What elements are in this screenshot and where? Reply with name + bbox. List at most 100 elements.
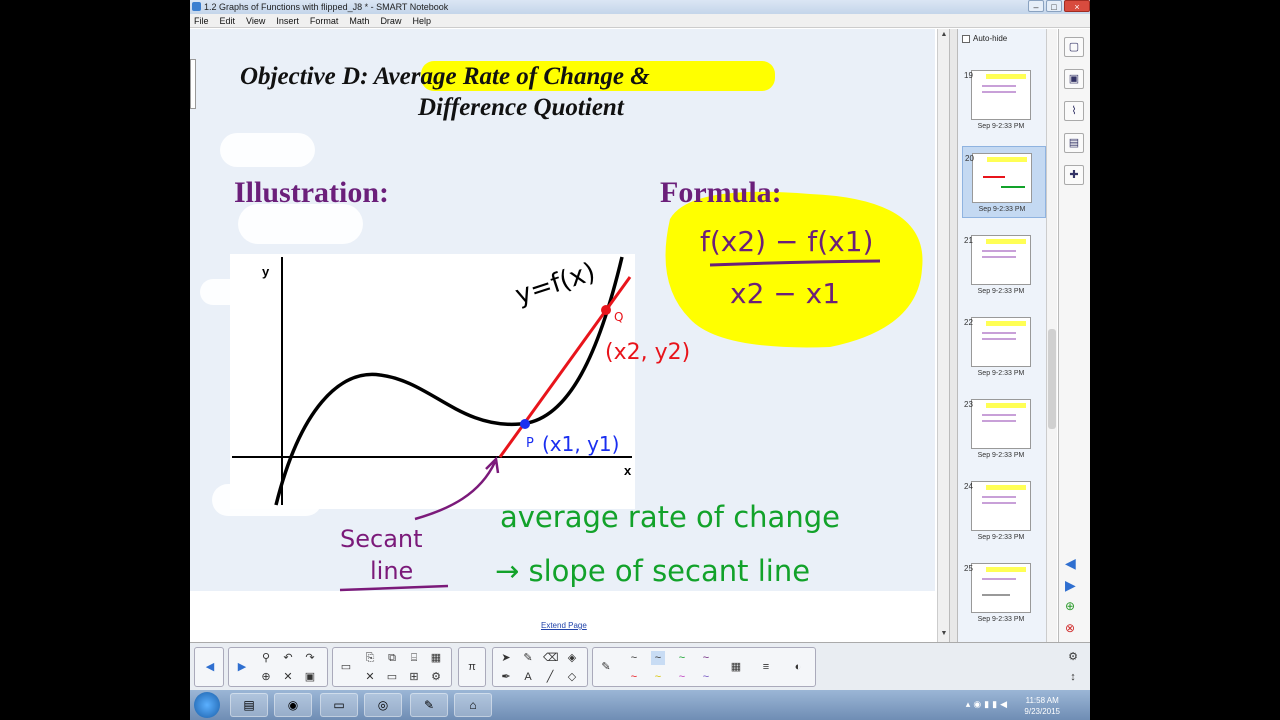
math-tools-icon[interactable]: π bbox=[465, 660, 479, 674]
y-axis-label: y bbox=[262, 264, 270, 279]
delete-page-icon[interactable]: ⊗ bbox=[1065, 621, 1075, 635]
menu-edit[interactable]: Edit bbox=[220, 14, 236, 27]
toolbar-group-nav: ◀ bbox=[194, 647, 224, 687]
add-page-toolbar-icon[interactable]: ⊕ bbox=[259, 670, 273, 684]
pen-type-icon[interactable]: ✎ bbox=[599, 660, 613, 674]
thumbnail-image bbox=[971, 563, 1031, 613]
network-app-taskbar-icon[interactable]: ⌂ bbox=[454, 693, 492, 717]
slide-title-line2: Difference Quotient bbox=[417, 94, 625, 121]
thumbnail-image bbox=[971, 70, 1031, 120]
system-tray[interactable]: ▴◉▮▮◀ bbox=[966, 699, 1010, 710]
chrome-taskbar-icon[interactable]: ◎ bbox=[364, 693, 402, 717]
minimize-button[interactable]: – bbox=[1028, 0, 1044, 12]
redo-icon[interactable]: ↷ bbox=[303, 651, 317, 665]
pen-style-blue-icon[interactable]: ~ bbox=[651, 651, 665, 665]
properties-icon[interactable]: ⚙ bbox=[429, 670, 443, 684]
autohide-checkbox[interactable]: Auto-hide bbox=[962, 34, 1007, 43]
page-thumbnail[interactable]: 25 Sep 9-2:33 PM bbox=[962, 563, 1046, 635]
toolbar-settings-icon[interactable]: ⚙ bbox=[1066, 650, 1080, 664]
capture-icon[interactable]: ⧉ bbox=[385, 651, 399, 665]
maximize-button[interactable]: □ bbox=[1046, 0, 1062, 12]
page-thumbnail[interactable]: 24 Sep 9-2:33 PM bbox=[962, 481, 1046, 553]
pen-style-green-icon[interactable]: ~ bbox=[675, 651, 689, 665]
page-sorter-tab-icon[interactable]: ▢ bbox=[1064, 37, 1084, 57]
next-page-icon[interactable]: ▶ bbox=[1065, 577, 1076, 594]
shapes-icon[interactable]: ◇ bbox=[565, 670, 579, 684]
magic-pen-icon[interactable]: ✒ bbox=[499, 670, 513, 684]
page-thumbnail-selected[interactable]: 20 Sep 9-2:33 PM bbox=[962, 146, 1046, 218]
pen-style-purple-icon[interactable]: ~ bbox=[699, 651, 713, 665]
pen-style-yellow-icon[interactable]: ~ bbox=[651, 670, 665, 684]
notebook-taskbar-icon[interactable]: ✎ bbox=[410, 693, 448, 717]
document-camera-icon[interactable]: ⌸ bbox=[407, 651, 421, 665]
display-icon[interactable]: ▭ bbox=[385, 670, 399, 684]
select-icon[interactable]: ➤ bbox=[499, 651, 513, 665]
previous-page-icon[interactable]: ◀ bbox=[1065, 555, 1076, 572]
panel-splitter[interactable] bbox=[949, 29, 957, 642]
toolbar-group-pen-styles: ✎ ~ ~ ~ ~ ~ ~ ~ ~ ▦ ≡ ◐ bbox=[592, 647, 816, 687]
delete-icon[interactable]: ✕ bbox=[281, 670, 295, 684]
app-icon bbox=[192, 2, 201, 11]
page-thumbnail[interactable]: 21 Sep 9-2:33 PM bbox=[962, 235, 1046, 307]
menu-view[interactable]: View bbox=[246, 14, 265, 27]
undo-icon[interactable]: ↶ bbox=[281, 651, 295, 665]
toolbar-move-icon[interactable]: ↕ bbox=[1066, 670, 1080, 684]
attachments-tab-icon[interactable]: ⌇ bbox=[1064, 101, 1084, 121]
title-bar: 1.2 Graphs of Functions with flipped_J8 … bbox=[190, 0, 1090, 14]
paste-icon[interactable]: ⎘ bbox=[363, 651, 377, 665]
pen-style-magenta-icon[interactable]: ~ bbox=[675, 670, 689, 684]
color-palette-icon[interactable]: ▦ bbox=[729, 660, 743, 674]
pen-icon[interactable]: ✎ bbox=[521, 651, 535, 665]
eraser-icon[interactable]: ⌫ bbox=[543, 651, 559, 665]
properties-tab-icon[interactable]: ▤ bbox=[1064, 133, 1084, 153]
addons-tab-icon[interactable]: ✚ bbox=[1064, 165, 1084, 185]
transparency-icon[interactable]: ◐ bbox=[791, 660, 805, 674]
thumbnail-date: Sep 9-2:33 PM bbox=[978, 206, 1026, 213]
page-thumbnail[interactable]: 23 Sep 9-2:33 PM bbox=[962, 399, 1046, 471]
page-thumbnail[interactable]: 22 Sep 9-2:33 PM bbox=[962, 317, 1046, 389]
thumbnail-image bbox=[971, 235, 1031, 285]
scroll-thumb[interactable] bbox=[1048, 329, 1056, 429]
screen-shade-icon[interactable]: ▭ bbox=[339, 660, 353, 674]
menu-format[interactable]: Format bbox=[310, 14, 339, 27]
back-arrow-icon[interactable]: ◀ bbox=[203, 660, 217, 674]
clear-icon[interactable]: ✕ bbox=[363, 670, 377, 684]
pen-style-red-icon[interactable]: ~ bbox=[627, 670, 641, 684]
zoom-icon[interactable]: ⚲ bbox=[259, 651, 273, 665]
firefox-taskbar-icon[interactable]: ◉ bbox=[274, 693, 312, 717]
x-axis-label: x bbox=[624, 463, 632, 478]
fill-icon[interactable]: ◈ bbox=[565, 651, 579, 665]
scroll-up-icon[interactable]: ▲ bbox=[939, 31, 949, 41]
line-icon[interactable]: ╱ bbox=[543, 670, 557, 684]
page-canvas[interactable]: Objective D: Average Rate of Change & Di… bbox=[190, 29, 935, 642]
checkbox-icon[interactable] bbox=[962, 34, 970, 43]
gallery-tab-icon[interactable]: ▣ bbox=[1064, 69, 1084, 89]
pen-style-black-icon[interactable]: ~ bbox=[627, 651, 641, 665]
page-thumbnail[interactable]: 19 Sep 9-2:33 PM bbox=[962, 70, 1046, 142]
start-button[interactable] bbox=[194, 692, 220, 718]
secant-label-2: line bbox=[370, 557, 413, 585]
forward-arrow-icon[interactable]: ▶ bbox=[235, 660, 249, 674]
sorter-scrollbar[interactable] bbox=[1046, 29, 1057, 642]
explorer-taskbar-icon[interactable]: ▤ bbox=[230, 693, 268, 717]
menu-insert[interactable]: Insert bbox=[276, 14, 299, 27]
menu-draw[interactable]: Draw bbox=[380, 14, 401, 27]
save-icon[interactable]: ▣ bbox=[303, 670, 317, 684]
text-icon[interactable]: A bbox=[521, 670, 535, 684]
thumbnail-date: Sep 9-2:33 PM bbox=[977, 534, 1025, 541]
menu-math[interactable]: Math bbox=[349, 14, 369, 27]
thumbnail-image bbox=[971, 317, 1031, 367]
line-width-icon[interactable]: ≡ bbox=[759, 660, 773, 674]
add-page-icon[interactable]: ⊕ bbox=[1065, 599, 1075, 613]
clock[interactable]: 11:58 AM 9/23/2015 bbox=[1024, 695, 1060, 717]
pen-style-violet-icon[interactable]: ~ bbox=[699, 670, 713, 684]
close-button[interactable]: × bbox=[1064, 0, 1090, 12]
table-icon[interactable]: ▦ bbox=[429, 651, 443, 665]
menu-help[interactable]: Help bbox=[412, 14, 431, 27]
scroll-down-icon[interactable]: ▼ bbox=[939, 630, 949, 640]
canvas-scrollbar[interactable]: ▲ ▼ bbox=[937, 29, 949, 642]
insert-table-icon[interactable]: ⊞ bbox=[407, 670, 421, 684]
folder-taskbar-icon[interactable]: ▭ bbox=[320, 693, 358, 717]
extend-page-link[interactable]: Extend Page bbox=[541, 621, 587, 630]
menu-file[interactable]: File bbox=[194, 14, 209, 27]
